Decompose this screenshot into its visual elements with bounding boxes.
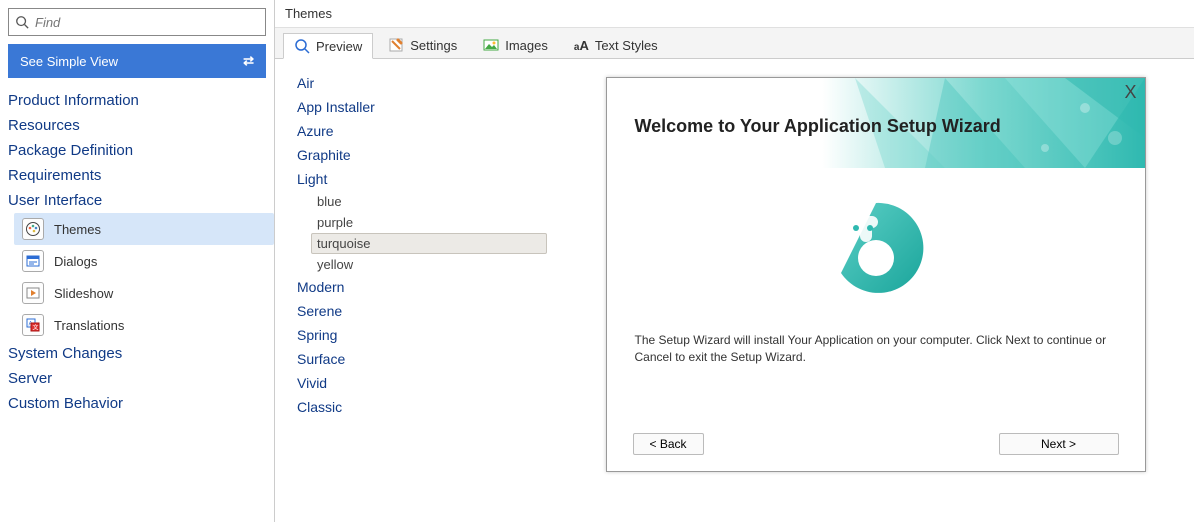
tab-label: Text Styles: [595, 38, 658, 53]
main-panel: Themes Preview Settings Images aA Text S…: [275, 0, 1194, 522]
back-button[interactable]: < Back: [633, 433, 704, 455]
dialog-icon: [22, 250, 44, 272]
close-icon[interactable]: X: [1124, 82, 1136, 103]
preview-icon: [294, 38, 310, 54]
search-input-wrap[interactable]: [8, 8, 266, 36]
theme-air[interactable]: Air: [297, 71, 565, 95]
nav-system-changes[interactable]: System Changes: [0, 341, 274, 366]
preview-area: X Welcome to Your Application Setup Wiza…: [575, 59, 1194, 522]
sidebar-item-label: Dialogs: [54, 254, 97, 269]
sidebar-item-label: Themes: [54, 222, 101, 237]
theme-list: Air App Installer Azure Graphite Light b…: [275, 59, 575, 522]
theme-light[interactable]: Light: [297, 167, 565, 191]
wizard-window: X Welcome to Your Application Setup Wiza…: [606, 77, 1146, 472]
variant-turquoise[interactable]: turquoise: [311, 233, 547, 254]
slideshow-icon: [22, 282, 44, 304]
tab-images[interactable]: Images: [472, 32, 559, 58]
theme-surface[interactable]: Surface: [297, 347, 565, 371]
tab-settings[interactable]: Settings: [377, 32, 468, 58]
nav-package-definition[interactable]: Package Definition: [0, 138, 274, 163]
sidebar-item-translations[interactable]: A文 Translations: [14, 309, 274, 341]
tab-text-styles[interactable]: aA Text Styles: [563, 33, 669, 58]
theme-serene[interactable]: Serene: [297, 299, 565, 323]
wizard-body-text: The Setup Wizard will install Your Appli…: [635, 332, 1117, 366]
sidebar: See Simple View ⇄ Product Information Re…: [0, 0, 275, 522]
tab-label: Images: [505, 38, 548, 53]
page-title: Themes: [275, 0, 1194, 28]
variant-blue[interactable]: blue: [311, 191, 547, 212]
theme-graphite[interactable]: Graphite: [297, 143, 565, 167]
sidebar-item-dialogs[interactable]: Dialogs: [14, 245, 274, 277]
theme-azure[interactable]: Azure: [297, 119, 565, 143]
theme-classic[interactable]: Classic: [297, 395, 565, 419]
theme-spring[interactable]: Spring: [297, 323, 565, 347]
simple-view-label: See Simple View: [20, 54, 118, 69]
next-button[interactable]: Next >: [999, 433, 1119, 455]
images-icon: [483, 37, 499, 53]
tab-preview[interactable]: Preview: [283, 33, 373, 59]
swap-icon: ⇄: [243, 53, 254, 69]
theme-modern[interactable]: Modern: [297, 275, 565, 299]
settings-icon: [388, 37, 404, 53]
nav-resources[interactable]: Resources: [0, 113, 274, 138]
tab-label: Preview: [316, 39, 362, 54]
sidebar-item-themes[interactable]: Themes: [14, 213, 274, 245]
tab-label: Settings: [410, 38, 457, 53]
theme-app-installer[interactable]: App Installer: [297, 95, 565, 119]
sidebar-item-label: Slideshow: [54, 286, 113, 301]
svg-text:文: 文: [33, 324, 39, 332]
variant-purple[interactable]: purple: [311, 212, 547, 233]
text-styles-icon: aA: [574, 38, 589, 53]
sidebar-item-slideshow[interactable]: Slideshow: [14, 277, 274, 309]
nav-server[interactable]: Server: [0, 366, 274, 391]
search-input[interactable]: [35, 15, 259, 30]
wizard-header: X Welcome to Your Application Setup Wiza…: [607, 78, 1145, 168]
nav-requirements[interactable]: Requirements: [0, 163, 274, 188]
see-simple-view-button[interactable]: See Simple View ⇄: [8, 44, 266, 78]
palette-icon: [22, 218, 44, 240]
wizard-logo: [826, 198, 926, 298]
theme-vivid[interactable]: Vivid: [297, 371, 565, 395]
search-icon: [15, 15, 29, 29]
sidebar-item-label: Translations: [54, 318, 124, 333]
nav-user-interface[interactable]: User Interface: [0, 188, 274, 213]
variant-yellow[interactable]: yellow: [311, 254, 547, 275]
wizard-title: Welcome to Your Application Setup Wizard: [635, 116, 1001, 137]
nav-product-information[interactable]: Product Information: [0, 88, 274, 113]
nav-custom-behavior[interactable]: Custom Behavior: [0, 391, 274, 416]
translate-icon: A文: [22, 314, 44, 336]
tab-bar: Preview Settings Images aA Text Styles: [275, 28, 1194, 59]
